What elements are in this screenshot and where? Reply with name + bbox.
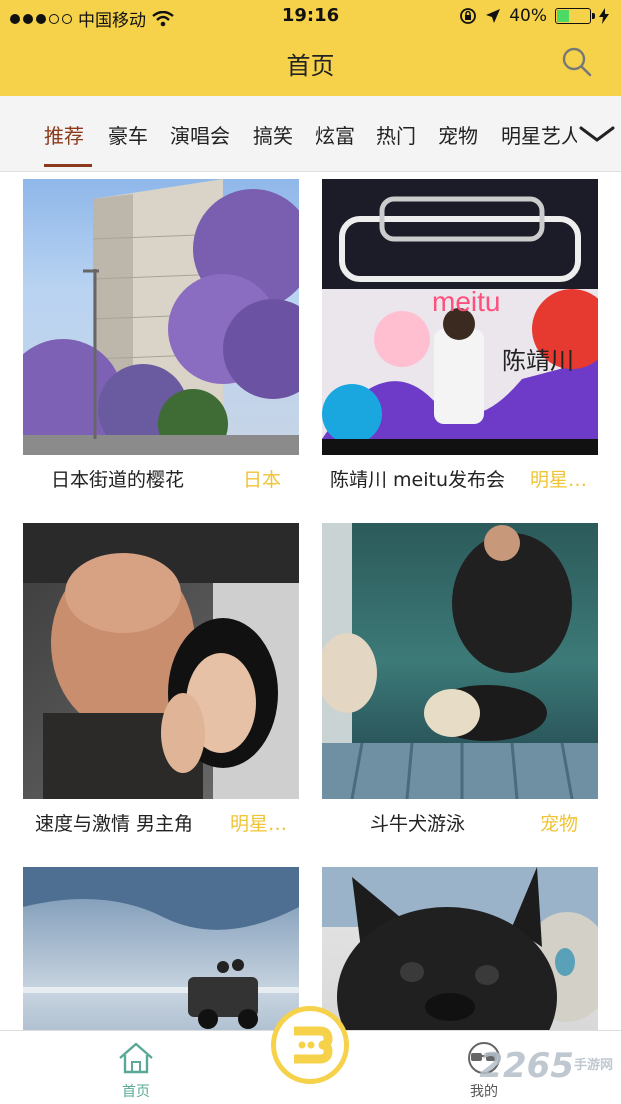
video-title: 陈靖川 meitu发布会 xyxy=(330,469,506,491)
video-card[interactable]: 日本街道的樱花 日本 xyxy=(23,179,299,491)
selfie-photo xyxy=(23,523,299,799)
charging-icon xyxy=(599,8,609,24)
battery-icon xyxy=(555,8,595,24)
page-title: 首页 xyxy=(286,52,335,80)
tab-concert[interactable]: 演唱会 xyxy=(170,120,230,149)
video-tag[interactable]: 宠物 xyxy=(540,809,578,836)
home-icon xyxy=(119,1042,153,1074)
search-icon[interactable] xyxy=(561,46,593,78)
tab-celebrities[interactable]: 明星艺人 xyxy=(501,120,581,149)
video-thumbnail[interactable]: meitu 陈靖川 xyxy=(322,179,598,455)
video-title: 斗牛犬游泳 xyxy=(370,813,466,835)
watermark-brand: 2265 xyxy=(479,1046,574,1086)
tab-home[interactable]: 首页 xyxy=(96,1041,176,1101)
video-title: 速度与激情 男主角 xyxy=(35,813,194,835)
tab-show-off[interactable]: 炫富 xyxy=(315,120,355,149)
watermark-logo: 2265手游网 xyxy=(479,1046,613,1086)
battery-percent: 40% xyxy=(509,6,547,26)
center-action-button[interactable] xyxy=(271,1006,349,1084)
video-thumbnail[interactable] xyxy=(23,179,299,455)
tab-luxury-cars[interactable]: 豪车 xyxy=(108,120,148,149)
app-logo-icon xyxy=(294,1026,333,1064)
video-card[interactable]: 斗牛犬游泳 宠物 xyxy=(322,523,598,835)
street-photo xyxy=(23,179,299,455)
stage-photo: meitu 陈靖川 xyxy=(322,179,598,455)
video-tag[interactable]: 日本 xyxy=(243,465,281,492)
tab-funny[interactable]: 搞笑 xyxy=(253,120,293,149)
video-thumbnail[interactable] xyxy=(23,523,299,799)
meitu-logo: meitu xyxy=(432,286,500,317)
expand-categories-button[interactable] xyxy=(577,114,621,154)
video-card[interactable]: meitu 陈靖川 陈靖川 meitu发布会 明星… xyxy=(322,179,598,491)
status-bar: 中国移动 19:16 40% xyxy=(0,0,621,32)
tab-home-label: 首页 xyxy=(122,1084,150,1100)
video-card[interactable]: 速度与激情 男主角 明星… xyxy=(23,523,299,835)
rotation-lock-icon xyxy=(460,8,477,24)
category-bar: 推荐 豪车 演唱会 搞笑 炫富 热门 宠物 明星艺人 xyxy=(0,96,621,172)
video-tag[interactable]: 明星… xyxy=(530,465,587,492)
video-thumbnail[interactable] xyxy=(322,523,598,799)
video-tag[interactable]: 明星… xyxy=(230,809,287,836)
pool-photo xyxy=(322,523,598,799)
stage-caption: 陈靖川 xyxy=(502,347,574,375)
location-icon xyxy=(486,9,501,23)
video-title: 日本街道的樱花 xyxy=(51,469,185,491)
chevron-down-icon xyxy=(579,126,615,142)
active-tab-underline xyxy=(44,164,92,167)
top-header: 中国移动 19:16 40% 首页 xyxy=(0,0,621,96)
watermark-sub: 手游网 xyxy=(573,1058,613,1073)
tab-hot[interactable]: 热门 xyxy=(376,120,416,149)
tab-pets[interactable]: 宠物 xyxy=(438,120,478,149)
tab-recommend[interactable]: 推荐 xyxy=(44,120,84,149)
